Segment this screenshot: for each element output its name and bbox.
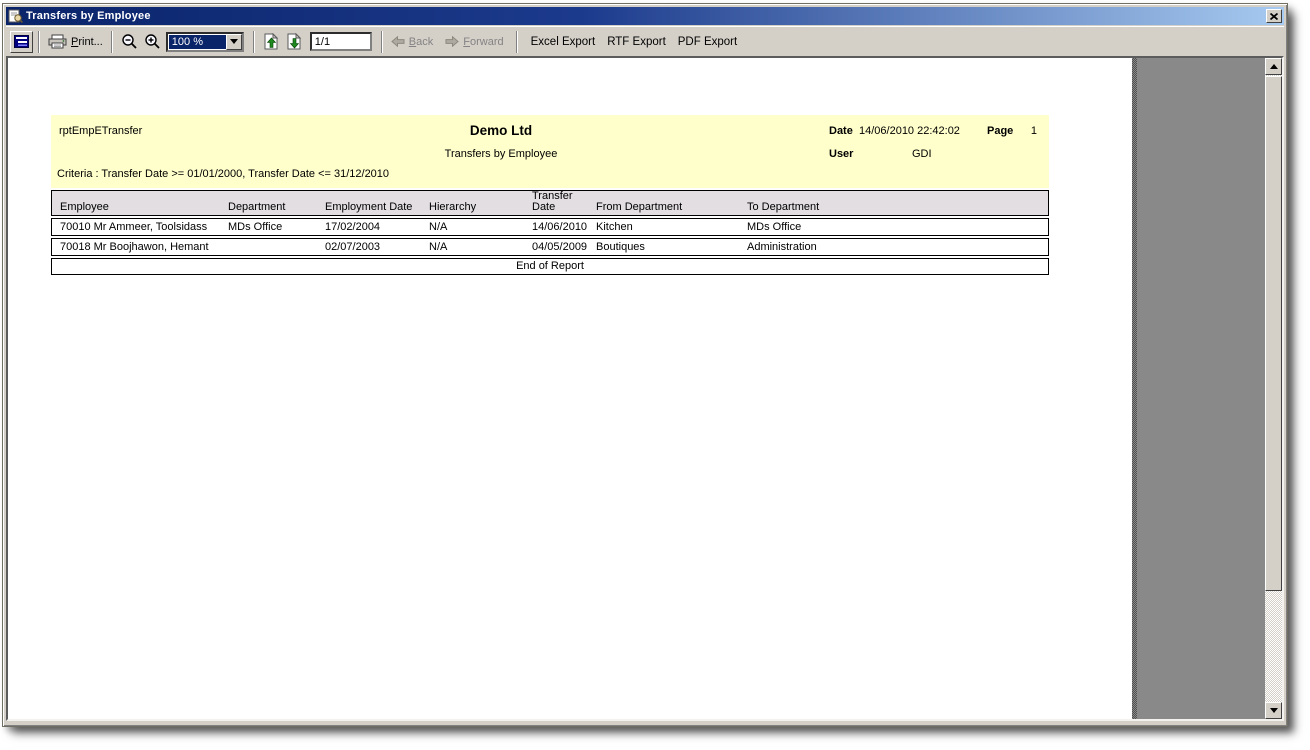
zoom-out-button[interactable] bbox=[118, 31, 141, 52]
close-icon bbox=[1270, 12, 1278, 20]
page-down-icon bbox=[287, 33, 302, 50]
table-cell-from-department: Kitchen bbox=[596, 221, 633, 233]
criteria-text: Criteria : Transfer Date >= 01/01/2000, … bbox=[57, 168, 390, 180]
table-cell-transfer-date: 14/06/2010 bbox=[532, 221, 588, 233]
toolbar-separator bbox=[380, 30, 383, 53]
zoom-in-icon bbox=[145, 34, 160, 49]
table-cell-hierarchy: N/A bbox=[429, 221, 448, 233]
table-cell-employee: 70010 Mr Ammeer, Toolsidass bbox=[60, 221, 208, 233]
zoom-level-combobox[interactable]: 100 % bbox=[165, 31, 244, 52]
close-button[interactable] bbox=[1266, 9, 1282, 23]
back-arrow-icon bbox=[391, 36, 405, 47]
vertical-scrollbar[interactable] bbox=[1265, 58, 1282, 719]
forward-button[interactable]: Forward bbox=[442, 34, 506, 50]
table-row: 70010 Mr Ammeer, Toolsidass MDs Office 1… bbox=[51, 218, 1049, 236]
table-cell-from-department: Boutiques bbox=[596, 241, 645, 253]
table-cell-to-department: Administration bbox=[747, 241, 817, 253]
report-company-wrap: Demo Ltd bbox=[51, 123, 951, 138]
scroll-down-button[interactable] bbox=[1265, 702, 1282, 719]
table-header-row: Employee Department Employment Date Hier… bbox=[51, 190, 1049, 216]
forward-label: Forward bbox=[463, 35, 504, 48]
table-cell-hierarchy: N/A bbox=[429, 241, 448, 253]
print-label: Print... bbox=[71, 35, 103, 48]
column-header-employee: Employee bbox=[60, 202, 109, 213]
toolbar: Print... 100 % 1/1 Back Forward Excel Ex… bbox=[6, 26, 1284, 56]
group-tree-toggle-button[interactable] bbox=[10, 30, 33, 53]
next-page-button[interactable] bbox=[283, 31, 306, 52]
excel-export-button[interactable]: Excel Export bbox=[529, 34, 598, 50]
date-value: 14/06/2010 22:42:02 bbox=[859, 125, 960, 137]
toolbar-separator bbox=[38, 30, 40, 53]
table-cell-employment-date: 02/07/2003 bbox=[325, 241, 381, 253]
back-label: Back bbox=[408, 35, 434, 48]
back-button[interactable]: Back bbox=[388, 34, 436, 50]
toolbar-separator bbox=[515, 30, 518, 53]
user-label: User bbox=[829, 148, 854, 160]
print-button[interactable]: Print... bbox=[45, 32, 106, 51]
scroll-down-icon bbox=[1269, 708, 1278, 713]
column-header-from-department: From Department bbox=[596, 202, 683, 213]
table-cell-department: MDs Office bbox=[228, 221, 283, 233]
table-cell-employment-date: 17/02/2004 bbox=[325, 221, 381, 233]
column-header-department: Department bbox=[228, 202, 286, 213]
report-title: Transfers by Employee bbox=[444, 148, 558, 160]
date-label: Date bbox=[829, 125, 853, 137]
chevron-down-icon bbox=[229, 39, 238, 44]
titlebar: Transfers by Employee bbox=[6, 7, 1284, 25]
report-viewer-window: Transfers by Employee Print... 100 % 1/1… bbox=[2, 3, 1288, 727]
table-row: 70018 Mr Boojhawon, Hemant 02/07/2003 N/… bbox=[51, 238, 1049, 256]
report-page: rptEmpETransfer Demo Ltd Transfers by Em… bbox=[8, 58, 1132, 719]
printer-icon bbox=[48, 34, 67, 49]
column-header-transfer-date: Transfer Date bbox=[532, 191, 573, 213]
column-header-to-department: To Department bbox=[747, 202, 820, 213]
zoom-level-value: 100 % bbox=[168, 34, 226, 49]
table-cell-transfer-date: 04/05/2009 bbox=[532, 241, 588, 253]
column-header-hierarchy: Hierarchy bbox=[429, 202, 477, 213]
page-value: 1 bbox=[1030, 125, 1037, 137]
previous-page-button[interactable] bbox=[260, 31, 283, 52]
scrollbar-thumb[interactable] bbox=[1265, 76, 1282, 591]
rtf-export-button[interactable]: RTF Export bbox=[605, 34, 668, 50]
page-shadow bbox=[1132, 58, 1137, 719]
toolbar-separator bbox=[110, 30, 113, 53]
end-of-report-row: End of Report bbox=[51, 258, 1049, 275]
window-title: Transfers by Employee bbox=[26, 10, 151, 22]
page-number-input[interactable] bbox=[309, 32, 372, 51]
scroll-up-button[interactable] bbox=[1265, 58, 1282, 75]
company-name: Demo Ltd bbox=[469, 123, 533, 138]
group-tree-icon bbox=[14, 35, 29, 48]
zoom-dropdown-button[interactable] bbox=[225, 33, 242, 50]
zoom-out-icon bbox=[122, 34, 137, 49]
table-cell-employee: 70018 Mr Boojhawon, Hemant bbox=[60, 241, 209, 253]
column-header-employment-date: Employment Date bbox=[325, 202, 413, 213]
page-label: Page bbox=[987, 125, 1014, 137]
pdf-export-button[interactable]: PDF Export bbox=[676, 34, 739, 50]
forward-arrow-icon bbox=[445, 36, 460, 47]
report-canvas: rptEmpETransfer Demo Ltd Transfers by Em… bbox=[6, 56, 1284, 721]
user-value: GDI bbox=[912, 148, 932, 160]
page-up-icon bbox=[264, 33, 279, 50]
scroll-up-icon bbox=[1269, 64, 1278, 69]
table-cell-to-department: MDs Office bbox=[747, 221, 802, 233]
zoom-in-button[interactable] bbox=[141, 31, 164, 52]
report-header-band: rptEmpETransfer Demo Ltd Transfers by Em… bbox=[51, 115, 1049, 188]
toolbar-separator bbox=[252, 30, 255, 53]
app-icon bbox=[8, 9, 23, 23]
